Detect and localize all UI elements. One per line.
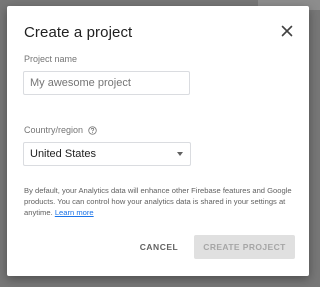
country-select-value: United States bbox=[30, 148, 97, 160]
country-select[interactable]: United States bbox=[23, 142, 191, 166]
create-project-button[interactable]: CREATE PROJECT bbox=[194, 235, 295, 259]
learn-more-link[interactable]: Learn more bbox=[55, 208, 94, 217]
country-region-label: Country/region bbox=[24, 125, 84, 135]
chevron-down-icon bbox=[177, 152, 183, 156]
project-name-input[interactable] bbox=[23, 71, 190, 95]
analytics-disclaimer: By default, your Analytics data will enh… bbox=[24, 185, 296, 218]
cancel-button[interactable]: CANCEL bbox=[133, 235, 185, 259]
help-circle-icon[interactable] bbox=[88, 125, 97, 135]
dialog-title: Create a project bbox=[24, 24, 133, 41]
country-region-label-group: Country/region bbox=[24, 125, 97, 135]
create-project-dialog: Create a project Project name Country/re… bbox=[7, 6, 309, 276]
project-name-label: Project name bbox=[24, 54, 78, 64]
close-icon[interactable] bbox=[279, 23, 295, 39]
